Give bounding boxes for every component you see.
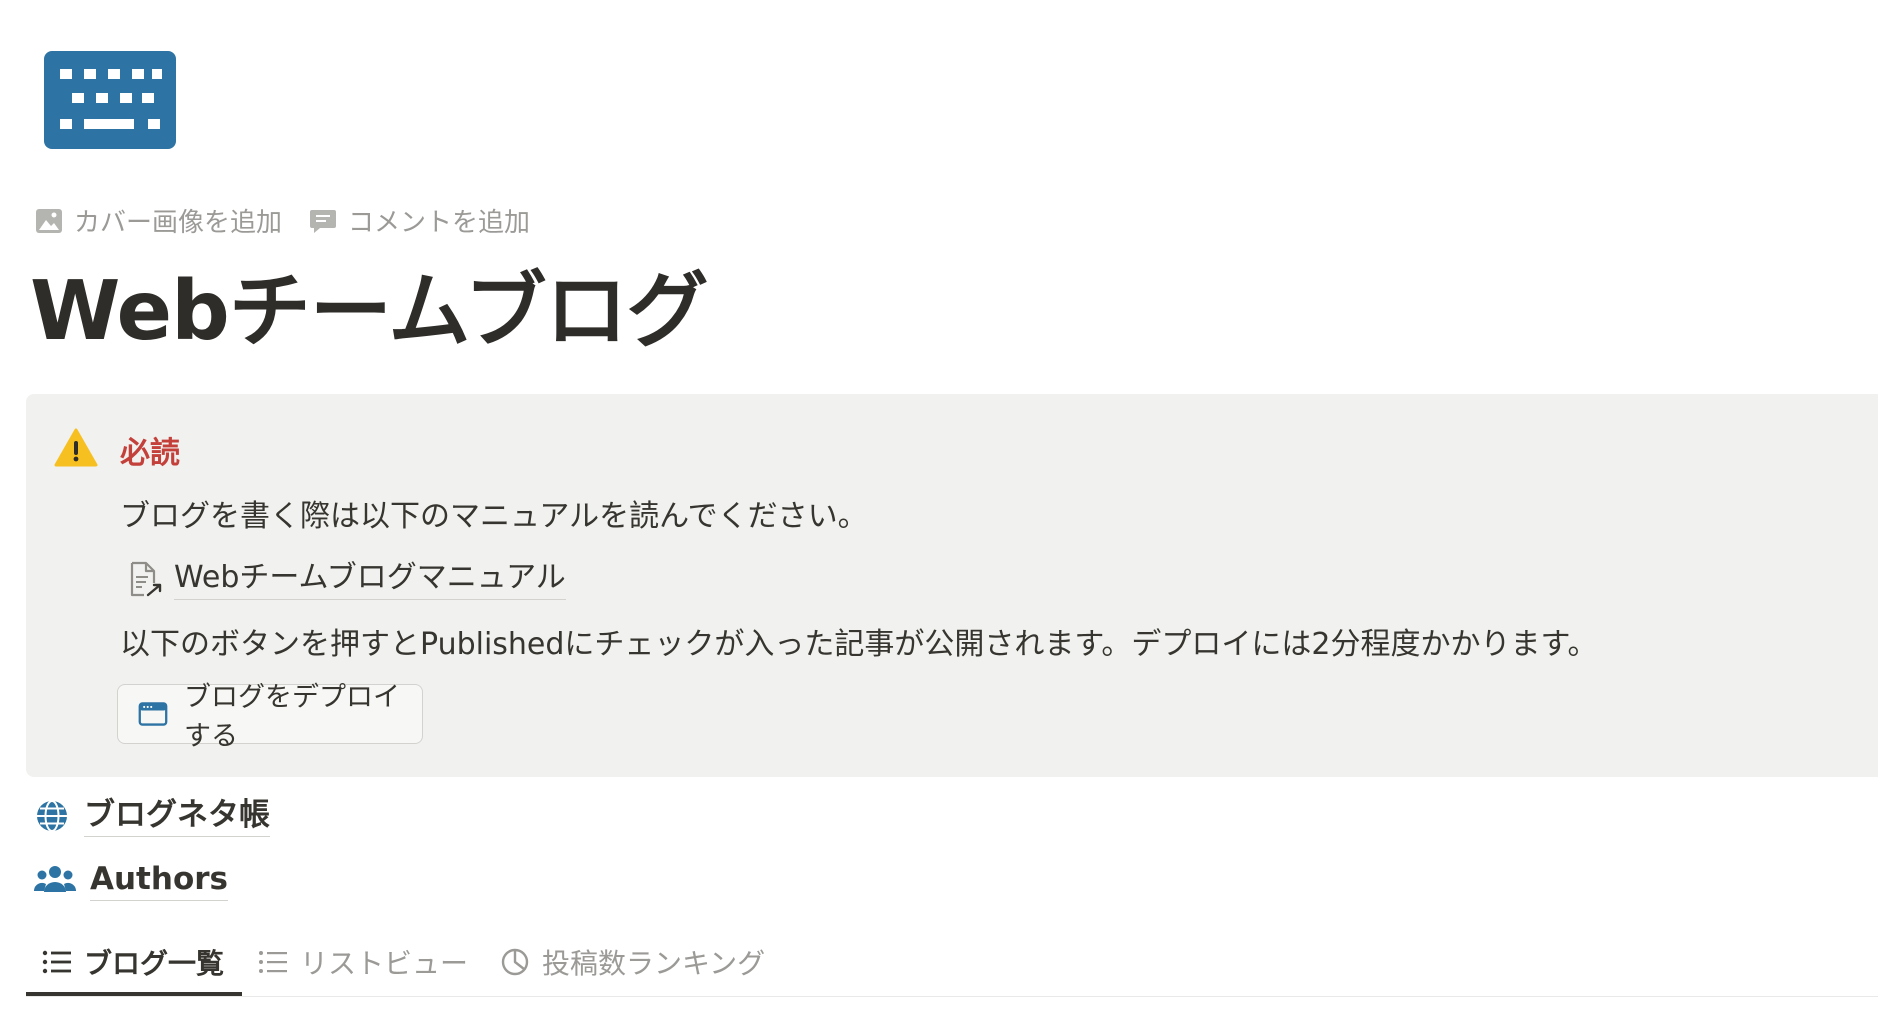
image-icon bbox=[36, 208, 62, 233]
page-title[interactable]: Webチームブログ bbox=[30, 262, 708, 362]
callout-instruction-text: ブログを書く際は以下のマニュアルを読んでください。 bbox=[120, 499, 868, 534]
keyboard-icon[interactable] bbox=[44, 51, 176, 149]
tab-list-view[interactable]: リストビュー bbox=[258, 930, 468, 994]
tab-blog-list-label: ブログ一覧 bbox=[84, 947, 225, 980]
blog-ideas-link[interactable]: ブログネタ帳 bbox=[34, 794, 270, 837]
tab-post-ranking-label: 投稿数ランキング bbox=[542, 947, 766, 980]
globe-icon bbox=[37, 799, 67, 832]
page-actions: カバー画像を追加 コメントを追加 bbox=[34, 202, 530, 239]
callout-deploy-text: 以下のボタンを押すとPublishedにチェックが入った記事が公開されます。デプ… bbox=[120, 627, 1598, 662]
add-comment-label: コメントを追加 bbox=[348, 208, 531, 238]
page-link-icon bbox=[130, 561, 162, 596]
list-icon bbox=[259, 951, 287, 973]
authors-link-label: Authors bbox=[90, 858, 228, 901]
active-tab-indicator bbox=[26, 992, 242, 996]
authors-link[interactable]: Authors bbox=[34, 858, 228, 901]
database-view-tabs: ブログ一覧 リストビュー 投稿数ランキング bbox=[26, 930, 1878, 997]
manual-page-link[interactable]: Webチームブログマニュアル bbox=[124, 557, 566, 600]
add-cover-label: カバー画像を追加 bbox=[74, 208, 283, 238]
add-comment-button[interactable]: コメントを追加 bbox=[308, 202, 530, 239]
deploy-blog-button[interactable]: ブログをデプロイする bbox=[117, 682, 423, 752]
people-icon bbox=[34, 865, 76, 892]
comment-icon bbox=[310, 209, 337, 233]
tab-list-view-label: リストビュー bbox=[300, 947, 469, 980]
browser-icon bbox=[138, 702, 168, 726]
deploy-blog-button-label: ブログをデプロイする bbox=[183, 682, 400, 752]
list-icon bbox=[42, 950, 71, 974]
tab-post-ranking[interactable]: 投稿数ランキング bbox=[500, 930, 765, 994]
pie-chart-icon bbox=[501, 948, 529, 976]
tab-blog-list[interactable]: ブログ一覧 bbox=[42, 930, 224, 994]
warning-icon[interactable] bbox=[54, 428, 98, 472]
callout-block: 必読 ブログを書く際は以下のマニュアルを読んでください。 Webチームブログマニ… bbox=[26, 394, 1878, 777]
blog-ideas-link-label: ブログネタ帳 bbox=[84, 794, 270, 837]
page: カバー画像を追加 コメントを追加 Webチームブログ 必読 ブログを書く際は以下… bbox=[0, 0, 1878, 1010]
callout-heading: 必読 bbox=[120, 436, 180, 471]
add-cover-button[interactable]: カバー画像を追加 bbox=[34, 202, 282, 239]
manual-page-link-label: Webチームブログマニュアル bbox=[174, 557, 566, 600]
